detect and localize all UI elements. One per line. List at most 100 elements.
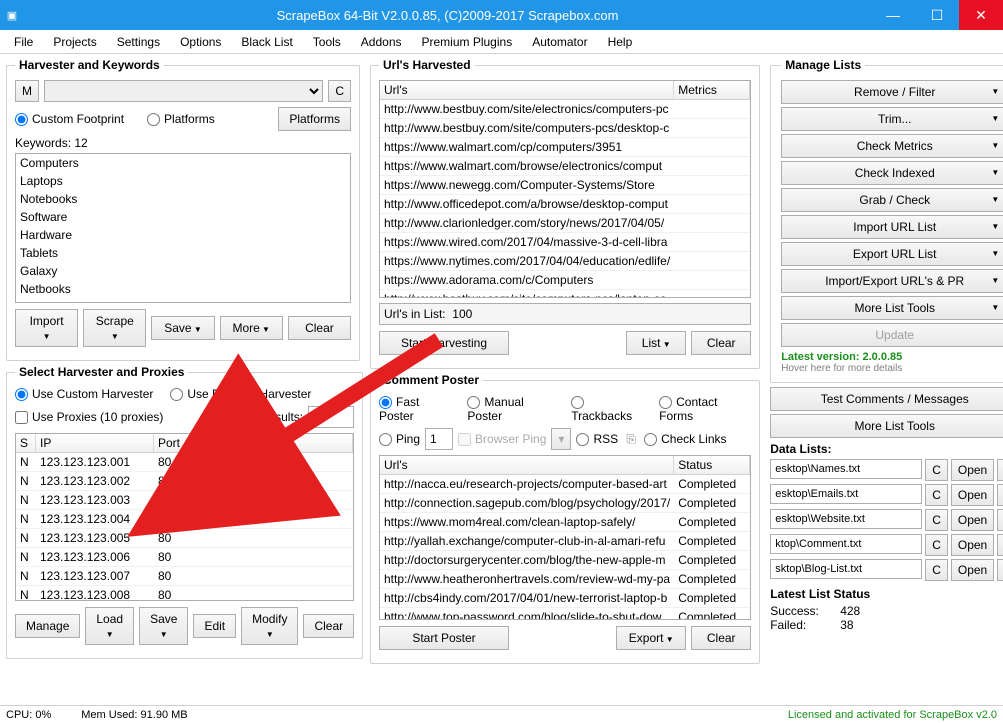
c-btn[interactable]: C <box>925 459 948 481</box>
harvested-row[interactable]: https://www.walmart.com/cp/computers/395… <box>380 138 750 157</box>
save-button[interactable]: Save <box>151 316 214 340</box>
proxy-row[interactable]: N123.123.123.00380 <box>16 491 353 510</box>
menu-black-list[interactable]: Black List <box>231 31 302 53</box>
harvested-row[interactable]: http://www.bestbuy.com/site/computers-pc… <box>380 119 750 138</box>
poster-row[interactable]: http://connection.sagepub.com/blog/psych… <box>380 494 750 513</box>
keyword-item[interactable]: Hardware <box>16 226 350 244</box>
poster-row[interactable]: http://nacca.eu/research-projects/comput… <box>380 475 750 494</box>
manage-trim--button[interactable]: Trim...▼ <box>781 107 1003 131</box>
e-btn[interactable]: E <box>997 534 1003 556</box>
start-poster-button[interactable]: Start Poster <box>379 626 509 650</box>
c-btn[interactable]: C <box>925 509 948 531</box>
manage-import-export-url-s-pr-button[interactable]: Import/Export URL's & PR▼ <box>781 269 1003 293</box>
c-btn[interactable]: C <box>925 559 948 581</box>
edit-proxies-button[interactable]: Edit <box>193 614 236 638</box>
export-poster-button[interactable]: Export <box>616 626 686 650</box>
use-proxies-check[interactable]: Use Proxies (10 proxies) <box>15 410 163 424</box>
c-button[interactable]: C <box>328 80 351 102</box>
menu-settings[interactable]: Settings <box>107 31 170 53</box>
manage-export-url-list-button[interactable]: Export URL List▼ <box>781 242 1003 266</box>
menu-premium-plugins[interactable]: Premium Plugins <box>412 31 523 53</box>
keyword-item[interactable]: Laptops <box>16 172 350 190</box>
trackbacks-radio[interactable]: Trackbacks <box>571 395 646 423</box>
proxy-row[interactable]: N123.123.123.00580 <box>16 529 353 548</box>
data-list-path[interactable] <box>770 534 922 554</box>
e-btn[interactable]: E <box>997 459 1003 481</box>
data-list-path[interactable] <box>770 459 922 479</box>
manual-poster-radio[interactable]: Manual Poster <box>467 395 558 423</box>
modify-proxies-button[interactable]: Modify <box>241 607 298 645</box>
keyword-item[interactable]: Netbooks <box>16 280 350 298</box>
minimize-button[interactable]: — <box>871 0 915 30</box>
manage-grab-check-button[interactable]: Grab / Check▼ <box>781 188 1003 212</box>
manage-remove-filter-button[interactable]: Remove / Filter▼ <box>781 80 1003 104</box>
keyword-item[interactable]: iPad <box>16 298 350 303</box>
menu-automator[interactable]: Automator <box>522 31 597 53</box>
manage-check-indexed-button[interactable]: Check Indexed▼ <box>781 161 1003 185</box>
poster-row[interactable]: http://cbs4indy.com/2017/04/01/new-terro… <box>380 589 750 608</box>
poster-row[interactable]: http://doctorsurgerycenter.com/blog/the-… <box>380 551 750 570</box>
clear-harvested-button[interactable]: Clear <box>691 331 751 355</box>
col-metrics[interactable]: Metrics <box>674 81 750 99</box>
col-s[interactable]: S <box>16 434 36 452</box>
col-port[interactable]: Port <box>154 434 202 452</box>
save-proxies-button[interactable]: Save <box>139 607 188 645</box>
open-btn[interactable]: Open <box>951 484 994 506</box>
manage-more-list-tools-button[interactable]: More List Tools▼ <box>781 296 1003 320</box>
harvested-row[interactable]: https://www.walmart.com/browse/electroni… <box>380 157 750 176</box>
harvested-table[interactable]: Url's Metrics http://www.bestbuy.com/sit… <box>379 80 751 298</box>
update-button[interactable]: Update <box>781 323 1003 347</box>
proxy-row[interactable]: N123.123.123.00780 <box>16 567 353 586</box>
clear-poster-button[interactable]: Clear <box>691 626 751 650</box>
poster-col-status[interactable]: Status <box>674 456 750 474</box>
use-detailed-harvester-radio[interactable]: Use Detailed Harvester <box>170 387 311 401</box>
c-btn[interactable]: C <box>925 484 948 506</box>
poster-row[interactable]: http://www.top-password.com/blog/slide-t… <box>380 608 750 620</box>
fast-poster-radio[interactable]: Fast Poster <box>379 395 454 423</box>
maximize-button[interactable]: ☐ <box>915 0 959 30</box>
footprint-select[interactable] <box>44 80 323 102</box>
harvested-row[interactable]: http://www.bestbuy.com/site/computers-pc… <box>380 290 750 298</box>
harvested-row[interactable]: https://www.nytimes.com/2017/04/04/educa… <box>380 252 750 271</box>
manage-import-url-list-button[interactable]: Import URL List▼ <box>781 215 1003 239</box>
proxy-row[interactable]: N123.123.123.00480 <box>16 510 353 529</box>
keyword-item[interactable]: Tablets <box>16 244 350 262</box>
data-list-path[interactable] <box>770 509 922 529</box>
keyword-item[interactable]: Galaxy <box>16 262 350 280</box>
proxy-row[interactable]: N123.123.123.00880 <box>16 586 353 601</box>
harvested-row[interactable]: http://www.officedepot.com/a/browse/desk… <box>380 195 750 214</box>
close-button[interactable]: ✕ <box>959 0 1003 30</box>
col-pass[interactable]: Pass <box>256 434 353 452</box>
menu-file[interactable]: File <box>4 31 43 53</box>
menu-addons[interactable]: Addons <box>351 31 412 53</box>
custom-footprint-radio[interactable]: Custom Footprint <box>15 112 124 126</box>
rss-radio[interactable]: RSS <box>576 432 618 446</box>
more-button[interactable]: More <box>220 316 283 340</box>
import-button[interactable]: Import <box>15 309 78 347</box>
m-button[interactable]: M <box>15 80 39 102</box>
results-input[interactable] <box>308 406 354 428</box>
ping-radio[interactable]: Ping <box>379 432 420 446</box>
clear-proxies-button[interactable]: Clear <box>303 614 354 638</box>
platforms-button[interactable]: Platforms <box>278 107 351 131</box>
scrape-button[interactable]: Scrape <box>83 309 146 347</box>
ping-input[interactable] <box>425 428 453 450</box>
keyword-item[interactable]: Notebooks <box>16 190 350 208</box>
menu-tools[interactable]: Tools <box>303 31 351 53</box>
open-btn[interactable]: Open <box>951 509 994 531</box>
open-btn[interactable]: Open <box>951 534 994 556</box>
load-proxies-button[interactable]: Load <box>85 607 134 645</box>
menu-options[interactable]: Options <box>170 31 231 53</box>
menu-projects[interactable]: Projects <box>43 31 106 53</box>
col-urls[interactable]: Url's <box>380 81 674 99</box>
open-btn[interactable]: Open <box>951 459 994 481</box>
manage-proxies-button[interactable]: Manage <box>15 614 80 638</box>
start-harvesting-button[interactable]: Start Harvesting <box>379 331 509 355</box>
use-custom-harvester-radio[interactable]: Use Custom Harvester <box>15 387 153 401</box>
poster-table[interactable]: Url's Status http://nacca.eu/research-pr… <box>379 455 751 620</box>
proxy-table[interactable]: S IP Port User Pass N123.123.123.00180N1… <box>15 433 354 601</box>
proxy-row[interactable]: N123.123.123.00680 <box>16 548 353 567</box>
open-btn[interactable]: Open <box>951 559 994 581</box>
poster-col-urls[interactable]: Url's <box>380 456 674 474</box>
menu-help[interactable]: Help <box>598 31 643 53</box>
